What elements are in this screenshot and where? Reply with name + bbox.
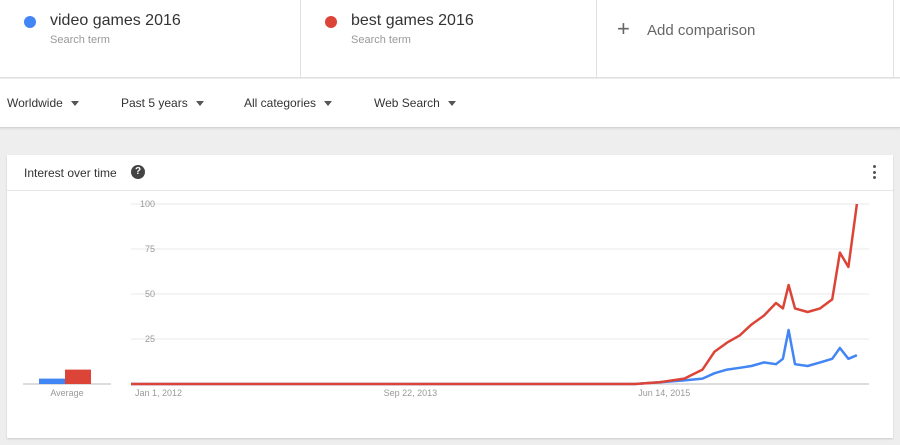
filter-bar: Worldwide Past 5 years All categories We…: [0, 79, 900, 128]
region-filter-dropdown[interactable]: Worldwide: [7, 96, 79, 110]
search-type-filter-dropdown[interactable]: Web Search: [374, 96, 456, 110]
term-color-dot-red: [325, 16, 337, 28]
series-line: [131, 328, 858, 386]
category-filter-label: All categories: [244, 96, 317, 110]
search-terms-bar: video games 2016 Search term best games …: [0, 0, 900, 78]
card-header: Interest over time ?: [7, 155, 893, 191]
search-term-card-2[interactable]: best games 2016 Search term: [301, 0, 597, 78]
average-label: Average: [50, 388, 83, 398]
interest-chart: 25 50 75 100 Jan 1, 2012 Sep 22, 2013 Jun 14, …: [23, 199, 869, 398]
x-tick-label: Sep 22, 2013: [384, 388, 438, 398]
x-tick-label: Jan 1, 2012: [135, 388, 182, 398]
more-vert-icon[interactable]: [873, 165, 877, 179]
y-tick-label: 75: [145, 244, 155, 254]
y-tick-label: 25: [145, 334, 155, 344]
y-tick-label: 50: [145, 289, 155, 299]
average-bar: [65, 369, 91, 384]
search-term-subtitle: Search term: [351, 34, 411, 46]
search-term-title[interactable]: best games 2016: [351, 12, 474, 30]
x-tick-label: Jun 14, 2015: [638, 388, 690, 398]
dropdown-arrow-icon: [324, 100, 333, 106]
region-filter-label: Worldwide: [7, 96, 63, 110]
add-comparison-button[interactable]: + Add comparison: [597, 0, 894, 78]
dropdown-arrow-icon: [195, 100, 204, 106]
category-filter-dropdown[interactable]: All categories: [244, 96, 333, 110]
search-term-subtitle: Search term: [50, 34, 110, 46]
y-tick-label: 100: [140, 199, 155, 209]
dropdown-arrow-icon: [447, 100, 456, 106]
time-filter-label: Past 5 years: [121, 96, 188, 110]
interest-over-time-card: Interest over time ? 25 50 75 100 Jan 1, 201…: [7, 155, 893, 438]
time-filter-dropdown[interactable]: Past 5 years: [121, 96, 204, 110]
plus-icon: +: [617, 16, 630, 41]
term-color-dot-blue: [24, 16, 36, 28]
dropdown-arrow-icon: [70, 100, 79, 106]
help-icon[interactable]: ?: [131, 165, 145, 179]
search-term-card-1[interactable]: video games 2016 Search term: [0, 0, 301, 78]
card-title: Interest over time: [24, 166, 117, 180]
search-term-title[interactable]: video games 2016: [50, 12, 181, 30]
add-comparison-label: Add comparison: [647, 22, 756, 39]
search-type-filter-label: Web Search: [374, 96, 440, 110]
average-bar: [39, 378, 65, 384]
